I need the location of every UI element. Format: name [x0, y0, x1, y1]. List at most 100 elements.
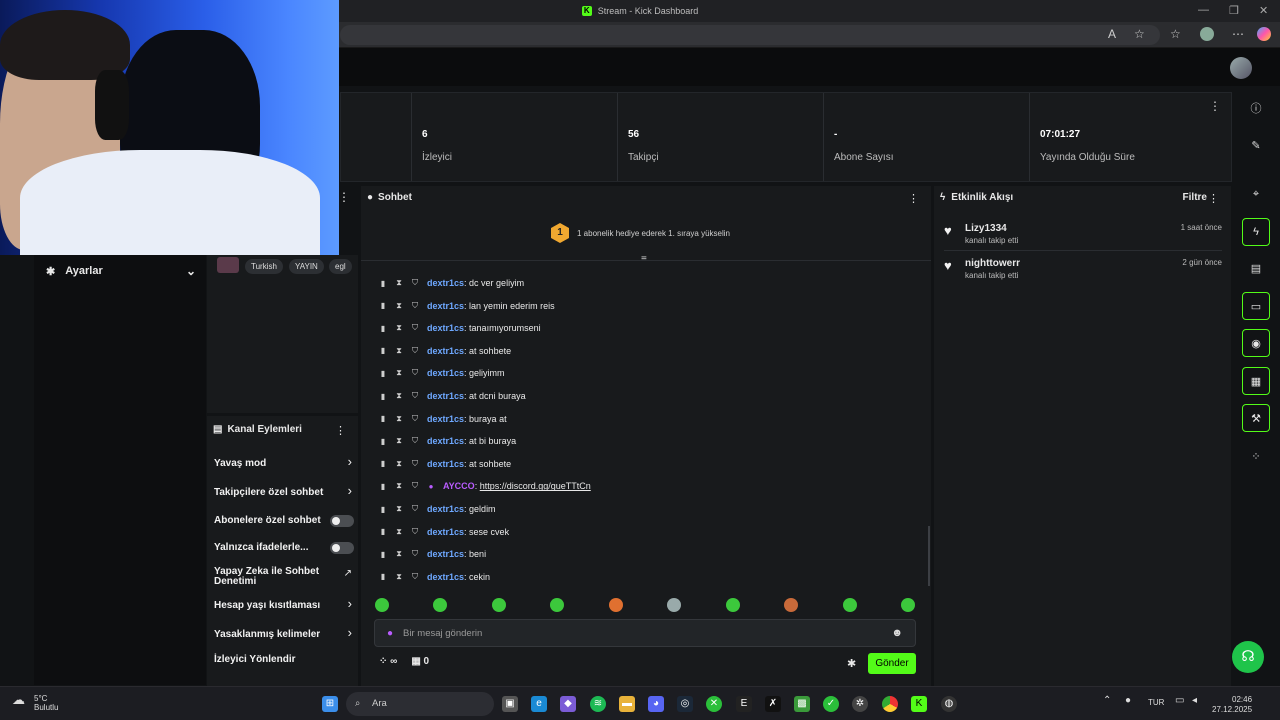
timeout-icon[interactable]: ⧗ — [395, 572, 403, 582]
delete-icon[interactable]: ▮ — [379, 437, 387, 446]
emote-icon[interactable] — [842, 598, 857, 612]
panel-menu-icon[interactable]: ⋮ — [908, 192, 919, 205]
timeout-icon[interactable]: ⧗ — [395, 391, 403, 401]
ban-shield-icon[interactable]: ⛉ — [411, 549, 419, 559]
chat-message[interactable]: ▮ ⧗ ⛉ dextr1cs: at sohbete — [379, 344, 511, 358]
ban-shield-icon[interactable]: ⛉ — [411, 527, 419, 537]
layout-icon[interactable]: ▦ — [1242, 367, 1270, 395]
taskbar-clock[interactable]: 02:46 27.12.2025 — [1212, 695, 1252, 715]
delete-icon[interactable]: ▮ — [379, 369, 387, 378]
chat-username[interactable]: dextr1cs — [427, 459, 464, 469]
timeout-icon[interactable]: ⧗ — [395, 549, 403, 559]
bolt-icon[interactable]: ϟ — [1242, 218, 1270, 246]
tag[interactable]: egl — [329, 259, 352, 274]
panel-menu-icon[interactable]: ⋮ — [338, 190, 350, 204]
obs-icon[interactable]: ◍ — [941, 696, 957, 712]
chat-username[interactable]: dextr1cs — [427, 527, 464, 537]
ban-shield-icon[interactable]: ⛉ — [411, 504, 419, 514]
ban-shield-icon[interactable]: ⛉ — [411, 481, 419, 491]
action-emotes-only[interactable]: Yalnızca ifadelerle... — [214, 542, 354, 554]
emote-icon[interactable] — [667, 598, 682, 612]
points-indicator[interactable]: ⁘ ∞ — [379, 656, 397, 667]
action-ai-moderation[interactable]: Yapay Zeka ile Sohbet Denetimi ↗ — [214, 567, 352, 587]
profile-icon[interactable] — [1200, 27, 1214, 41]
store-indicator[interactable]: ▦ 0 — [411, 656, 429, 667]
action-banned-words[interactable]: Yasaklanmış kelimeler › — [214, 626, 352, 640]
emote-icon[interactable] — [784, 598, 799, 612]
info-icon[interactable]: ⓘ — [1242, 94, 1270, 122]
delete-icon[interactable]: ▮ — [379, 346, 387, 355]
panel-menu-icon[interactable]: ⋮ — [1208, 192, 1219, 205]
delete-icon[interactable]: ▮ — [379, 392, 387, 401]
share-dots-icon[interactable]: ⁘ — [1242, 442, 1270, 470]
event-username[interactable]: nighttowerr — [965, 258, 1020, 269]
timeout-icon[interactable]: ⧗ — [395, 368, 403, 378]
wrench-icon[interactable]: ⚒ — [1242, 404, 1270, 432]
crosshair-icon[interactable]: ⌖ — [1242, 180, 1270, 208]
delete-icon[interactable]: ▮ — [379, 550, 387, 559]
chat-username[interactable]: dextr1cs — [427, 414, 464, 424]
ban-shield-icon[interactable]: ⛉ — [411, 278, 419, 288]
broadcast-icon[interactable]: ◉ — [1242, 329, 1270, 357]
ban-shield-icon[interactable]: ⛉ — [411, 572, 419, 582]
timeout-icon[interactable]: ⧗ — [395, 481, 403, 491]
timeout-icon[interactable]: ⧗ — [395, 459, 403, 469]
xbox-icon[interactable]: ✕ — [706, 696, 722, 712]
delete-icon[interactable]: ▮ — [379, 414, 387, 423]
delete-icon[interactable]: ▮ — [379, 482, 387, 491]
chat-username[interactable]: dextr1cs — [427, 572, 464, 582]
chat-username[interactable]: dextr1cs — [427, 549, 464, 559]
delete-icon[interactable]: ▮ — [379, 527, 387, 536]
close-icon[interactable]: ✕ — [1259, 4, 1268, 17]
delete-icon[interactable]: ▮ — [379, 505, 387, 514]
chat-username[interactable]: dextr1cs — [427, 368, 464, 378]
chrome-icon[interactable] — [882, 696, 898, 712]
avatar[interactable] — [1230, 57, 1252, 79]
chat-message[interactable]: ▮ ⧗ ⛉ dextr1cs: geldim — [379, 502, 496, 516]
chat-username[interactable]: AYCCO — [443, 481, 475, 491]
chat-message[interactable]: ▮ ⧗ ⛉ dextr1cs: sese cvek — [379, 525, 509, 539]
kick-app-icon[interactable]: K — [911, 696, 927, 712]
ban-shield-icon[interactable]: ⛉ — [411, 301, 419, 311]
maximize-icon[interactable]: ❐ — [1229, 4, 1239, 17]
timeout-icon[interactable]: ⧗ — [395, 527, 403, 537]
chat-settings-icon[interactable]: ✱ — [847, 657, 856, 670]
spotify-icon[interactable]: ≋ — [590, 696, 606, 712]
timeout-icon[interactable]: ⧗ — [395, 436, 403, 446]
chat-username[interactable]: dextr1cs — [427, 301, 464, 311]
app-x-icon[interactable]: ✗ — [765, 696, 781, 712]
emote-icon[interactable] — [433, 598, 448, 612]
chat-message-text[interactable]: https://discord.gg/gueTTtCn — [480, 481, 591, 491]
delete-icon[interactable]: ▮ — [379, 324, 387, 333]
chat-message[interactable]: ▮ ⧗ ⛉ dextr1cs: at dcni buraya — [379, 389, 526, 403]
delete-icon[interactable]: ▮ — [379, 301, 387, 310]
taskbar-search[interactable]: ⌕ Ara — [346, 692, 494, 716]
ban-shield-icon[interactable]: ⛉ — [411, 391, 419, 401]
toggle-switch[interactable] — [330, 515, 354, 527]
chat-username[interactable]: dextr1cs — [427, 346, 464, 356]
file-explorer-icon[interactable]: ▬ — [619, 696, 635, 712]
chat-message[interactable]: ▮ ⧗ ⛉ dextr1cs: cekin — [379, 570, 490, 584]
delete-icon[interactable]: ▮ — [379, 572, 387, 581]
tray-chevron-icon[interactable]: ⌃ — [1103, 695, 1111, 706]
chat-message[interactable]: ▮ ⧗ ⛉ ● AYCCO: https://discord.gg/gueTTtCn — [379, 479, 591, 493]
app-green-icon[interactable]: ✓ — [823, 696, 839, 712]
chat-message[interactable]: ▮ ⧗ ⛉ dextr1cs: at sohbete — [379, 457, 511, 471]
task-view-icon[interactable]: ▣ — [502, 696, 518, 712]
chat-message[interactable]: ▮ ⧗ ⛉ dextr1cs: at bi buraya — [379, 434, 516, 448]
chat-username[interactable]: dextr1cs — [427, 504, 464, 514]
panel-menu-icon[interactable]: ⋮ — [335, 424, 346, 437]
chat-message[interactable]: ▮ ⧗ ⛉ dextr1cs: tanaımıyorumseni — [379, 321, 541, 335]
delete-icon[interactable]: ▮ — [379, 279, 387, 288]
tag[interactable]: Turkish — [245, 259, 283, 274]
action-followers-only[interactable]: Takipçilere özel sohbet › — [214, 484, 352, 498]
toggle-switch[interactable] — [330, 542, 354, 554]
steam-icon[interactable]: ◎ — [677, 696, 693, 712]
copilot-app-icon[interactable]: ◆ — [560, 696, 576, 712]
emote-icon[interactable] — [375, 598, 389, 612]
timeout-icon[interactable]: ⧗ — [395, 301, 403, 311]
read-aloud-icon[interactable]: A — [1108, 27, 1116, 41]
action-subscribers-only[interactable]: Abonelere özel sohbet — [214, 515, 354, 527]
timeout-icon[interactable]: ⧗ — [395, 346, 403, 356]
copilot-icon[interactable] — [1257, 27, 1271, 41]
